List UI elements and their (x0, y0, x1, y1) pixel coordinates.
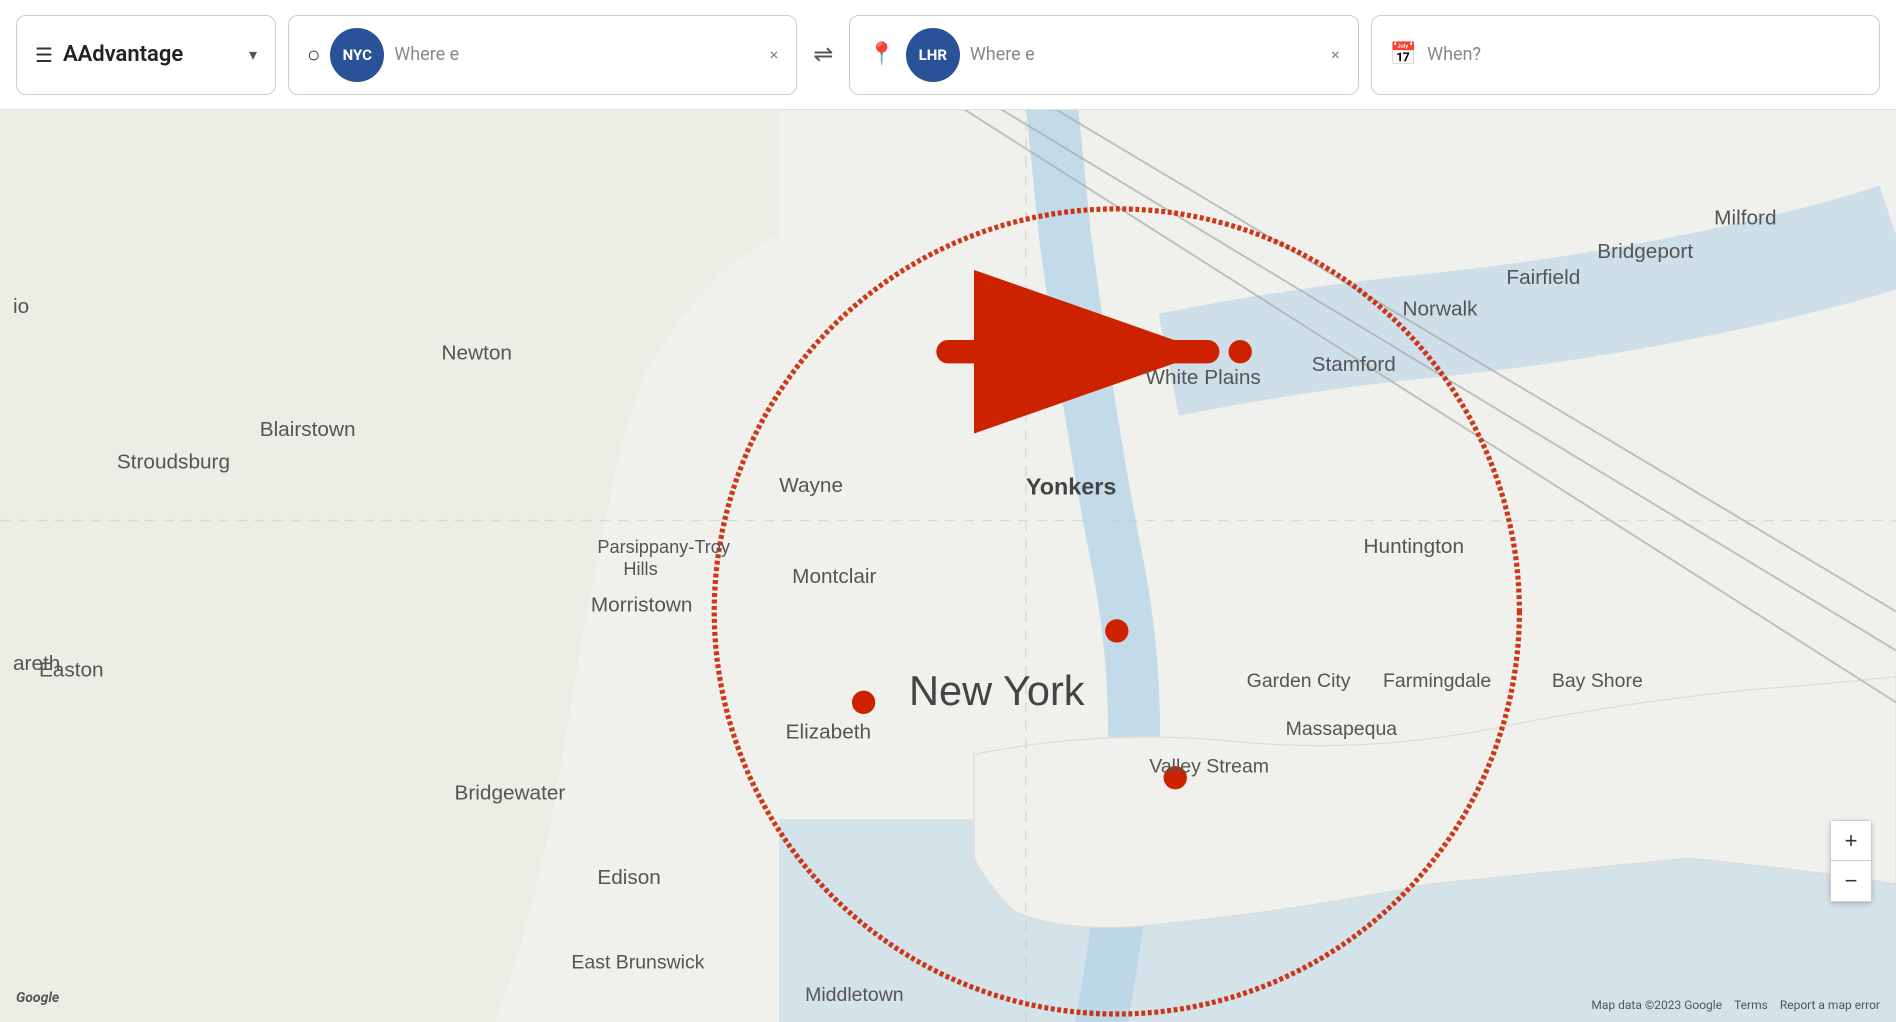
chevron-down-icon: ▾ (249, 45, 257, 64)
svg-text:Massapequa: Massapequa (1286, 718, 1398, 740)
menu-icon: ☰ (35, 43, 53, 67)
svg-text:Montclair: Montclair (792, 565, 876, 588)
svg-text:New York: New York (909, 667, 1085, 714)
brand-card[interactable]: ☰ AAdvantage ▾ (16, 15, 276, 95)
destination-clear-button[interactable]: × (1331, 45, 1340, 64)
origin-clear-button[interactable]: × (770, 45, 779, 64)
svg-text:Bay Shore: Bay Shore (1552, 670, 1643, 692)
map-footer: Map data ©2023 Google Terms Report a map… (1591, 998, 1880, 1012)
calendar-icon: 📅 (1390, 42, 1417, 67)
svg-text:io: io (13, 295, 29, 318)
svg-text:Huntington: Huntington (1364, 535, 1464, 558)
svg-text:Parsippany-Troy: Parsippany-Troy (597, 537, 731, 557)
origin-airport-badge: NYC (330, 28, 384, 82)
destination-pin-icon: 📍 (868, 42, 895, 67)
svg-text:Edison: Edison (597, 866, 661, 889)
svg-text:Valley Stream: Valley Stream (1149, 755, 1269, 777)
svg-text:White Plains: White Plains (1145, 366, 1260, 389)
zoom-out-button[interactable]: − (1831, 861, 1871, 901)
svg-text:East Brunswick: East Brunswick (571, 952, 704, 974)
svg-text:areth: areth (13, 652, 60, 675)
svg-text:Hills: Hills (623, 559, 657, 579)
zoom-in-button[interactable]: + (1831, 821, 1871, 861)
origin-input[interactable]: Where e (394, 44, 759, 65)
svg-text:Norwalk: Norwalk (1403, 297, 1479, 320)
svg-text:Milford: Milford (1714, 206, 1776, 229)
date-input[interactable]: When? (1427, 44, 1861, 65)
destination-airport-badge: LHR (906, 28, 960, 82)
svg-text:Farmingdale: Farmingdale (1383, 670, 1491, 692)
origin-card[interactable]: ○ NYC Where e × (288, 15, 797, 95)
map-data-label: Map data ©2023 Google (1591, 998, 1722, 1012)
terms-link[interactable]: Terms (1734, 998, 1768, 1012)
svg-text:Bridgeport: Bridgeport (1597, 240, 1693, 263)
svg-text:Newton: Newton (442, 342, 512, 365)
brand-name: AAdvantage (63, 42, 239, 67)
svg-text:Fairfield: Fairfield (1506, 266, 1580, 289)
google-logo: Google (16, 990, 59, 1006)
svg-text:Morristown: Morristown (591, 593, 693, 616)
origin-circle-icon: ○ (307, 42, 320, 68)
svg-text:Garden City: Garden City (1247, 670, 1351, 692)
svg-text:Wayne: Wayne (779, 474, 843, 497)
svg-text:Stroudsburg: Stroudsburg (117, 451, 230, 474)
report-link[interactable]: Report a map error (1780, 998, 1880, 1012)
svg-text:Blairstown: Blairstown (260, 418, 356, 441)
svg-text:Yonkers: Yonkers (1026, 474, 1116, 500)
swap-button[interactable]: ⇌ (809, 40, 837, 69)
header: ☰ AAdvantage ▾ ○ NYC Where e × ⇌ 📍 LHR W… (0, 0, 1896, 110)
destination-card[interactable]: 📍 LHR Where e × (849, 15, 1358, 95)
destination-input[interactable]: Where e (970, 44, 1321, 65)
map-svg: Newton Stroudsburg Blairstown Parsippany… (0, 110, 1896, 1022)
map-container[interactable]: Newton Stroudsburg Blairstown Parsippany… (0, 110, 1896, 1022)
svg-text:Middletown: Middletown (805, 984, 903, 1006)
svg-text:Elizabeth: Elizabeth (786, 721, 871, 744)
date-card[interactable]: 📅 When? (1371, 15, 1880, 95)
svg-text:Bridgewater: Bridgewater (455, 782, 566, 805)
zoom-controls: + − (1830, 820, 1872, 902)
svg-text:Stamford: Stamford (1312, 353, 1396, 376)
